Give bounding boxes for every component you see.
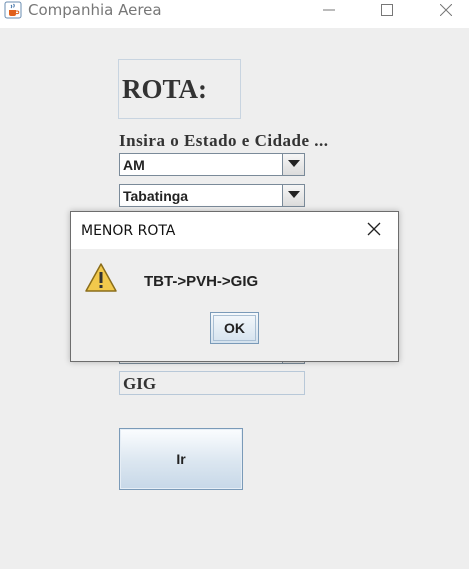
chevron-down-icon: [288, 191, 300, 198]
dialog-message: TBT->PVH->GIG: [144, 273, 259, 290]
ok-button[interactable]: OK: [210, 312, 259, 344]
dialog-titlebar: MENOR ROTA: [71, 212, 398, 249]
city-select[interactable]: Tabatinga: [119, 184, 305, 207]
go-button-label: Ir: [176, 451, 186, 467]
close-button[interactable]: [423, 0, 469, 22]
message-dialog: MENOR ROTA TBT->PVH->GIG OK: [70, 211, 399, 362]
destination-field-value: GIG: [123, 374, 157, 393]
city-select-value: Tabatinga: [123, 188, 189, 204]
destination-field[interactable]: GIG: [119, 371, 305, 395]
state-dropdown-button[interactable]: [282, 154, 304, 175]
dialog-title: MENOR ROTA: [81, 223, 176, 239]
window-title: Companhia Aerea: [28, 1, 162, 19]
window-titlebar: Companhia Aerea: [0, 0, 469, 28]
state-select-value: AM: [123, 157, 145, 173]
close-icon: [440, 4, 452, 16]
dialog-close-button[interactable]: [367, 222, 383, 238]
maximize-icon: [381, 4, 393, 16]
city-dropdown-button[interactable]: [282, 185, 304, 206]
minimize-icon: [323, 9, 335, 11]
close-icon: [367, 222, 381, 236]
go-button[interactable]: Ir: [119, 428, 243, 490]
chevron-down-icon: [288, 160, 300, 167]
minimize-button[interactable]: [306, 0, 352, 22]
page-title: ROTA:: [122, 74, 207, 104]
ok-button-label: OK: [224, 320, 245, 336]
java-cup-icon: [4, 1, 22, 19]
state-select[interactable]: AM: [119, 153, 305, 176]
warning-icon: [84, 262, 118, 299]
instruction-label: Insira o Estado e Cidade ...: [119, 131, 329, 150]
maximize-button[interactable]: [364, 0, 410, 22]
